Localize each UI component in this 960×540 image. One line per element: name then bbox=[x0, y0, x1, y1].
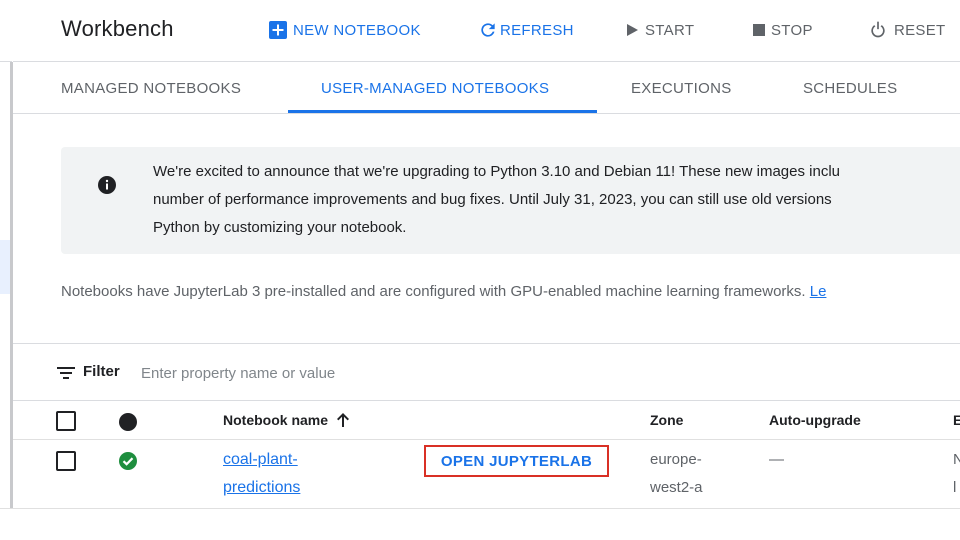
zone-cell: europe- bbox=[650, 451, 702, 468]
reset-label: RESET bbox=[894, 21, 946, 39]
tab-schedules[interactable]: SCHEDULES bbox=[803, 80, 897, 97]
refresh-button[interactable]: REFRESH bbox=[478, 19, 574, 41]
stop-button[interactable]: STOP bbox=[753, 19, 813, 41]
start-button[interactable]: START bbox=[625, 19, 694, 41]
filter-input[interactable] bbox=[141, 360, 561, 386]
refresh-icon bbox=[478, 20, 498, 40]
table-row: coal-plant- predictions OPEN JUPYTERLAB … bbox=[13, 440, 960, 508]
tab-user-managed-notebooks[interactable]: USER-MANAGED NOTEBOOKS bbox=[321, 80, 549, 97]
info-icon bbox=[97, 175, 117, 200]
truncated-cell: N bbox=[953, 451, 960, 468]
column-zone[interactable]: Zone bbox=[650, 412, 683, 428]
new-notebook-button[interactable]: NEW NOTEBOOK bbox=[269, 19, 421, 41]
status-column-icon bbox=[118, 412, 138, 437]
open-jupyterlab-button[interactable]: OPEN JUPYTERLAB bbox=[424, 445, 609, 477]
banner-text-line-3: Python by customizing your notebook. bbox=[153, 219, 407, 236]
reset-button[interactable]: RESET bbox=[868, 19, 946, 41]
zone-cell-continued: west2-a bbox=[650, 479, 703, 496]
left-nav-top bbox=[0, 0, 12, 62]
filter-bar: Filter bbox=[13, 344, 960, 400]
notebooks-description: Notebooks have JupyterLab 3 pre-installe… bbox=[61, 283, 826, 300]
active-tab-indicator bbox=[288, 110, 597, 113]
notebook-name-link-continued[interactable]: predictions bbox=[223, 479, 300, 497]
main-content: Workbench NEW NOTEBOOK REFRESH START STO… bbox=[13, 0, 960, 508]
truncated-cell-continued: l bbox=[953, 479, 957, 496]
left-nav-rail bbox=[0, 0, 13, 508]
left-nav-active-item[interactable] bbox=[0, 240, 10, 294]
column-notebook-name[interactable]: Notebook name bbox=[223, 412, 350, 431]
notebook-name-link[interactable]: coal-plant- bbox=[223, 451, 298, 469]
refresh-label: REFRESH bbox=[500, 21, 574, 39]
select-all-checkbox[interactable] bbox=[56, 411, 76, 431]
tab-bar: MANAGED NOTEBOOKS USER-MANAGED NOTEBOOKS… bbox=[13, 62, 960, 114]
start-label: START bbox=[645, 21, 695, 39]
banner-text-line-2: number of performance improvements and b… bbox=[153, 191, 832, 208]
banner-text-line-1: We're excited to announce that we're upg… bbox=[153, 163, 841, 180]
empty-area bbox=[0, 508, 960, 540]
auto-upgrade-cell: — bbox=[769, 451, 784, 468]
tab-managed-notebooks[interactable]: MANAGED NOTEBOOKS bbox=[61, 80, 241, 97]
play-icon bbox=[625, 23, 639, 37]
column-truncated[interactable]: E bbox=[953, 412, 960, 428]
tab-executions[interactable]: EXECUTIONS bbox=[631, 80, 732, 97]
row-checkbox[interactable] bbox=[56, 451, 76, 471]
learn-more-link[interactable]: Le bbox=[810, 283, 827, 300]
page-header: Workbench NEW NOTEBOOK REFRESH START STO… bbox=[13, 0, 960, 62]
column-notebook-name-label: Notebook name bbox=[223, 412, 329, 428]
filter-label: Filter bbox=[83, 363, 120, 380]
sort-ascending-icon[interactable] bbox=[336, 412, 350, 431]
info-banner: We're excited to announce that we're upg… bbox=[61, 147, 960, 254]
filter-icon[interactable] bbox=[56, 365, 76, 386]
status-ok-icon bbox=[118, 451, 138, 476]
new-notebook-label: NEW NOTEBOOK bbox=[293, 21, 421, 39]
stop-icon bbox=[753, 24, 765, 36]
stop-label: STOP bbox=[771, 21, 813, 39]
table-header: Notebook name Zone Auto-upgrade E bbox=[13, 401, 960, 440]
description-text: Notebooks have JupyterLab 3 pre-installe… bbox=[61, 283, 810, 300]
power-icon bbox=[868, 20, 888, 40]
add-box-icon bbox=[269, 21, 287, 39]
page-title: Workbench bbox=[61, 16, 174, 41]
column-auto-upgrade[interactable]: Auto-upgrade bbox=[769, 412, 861, 428]
